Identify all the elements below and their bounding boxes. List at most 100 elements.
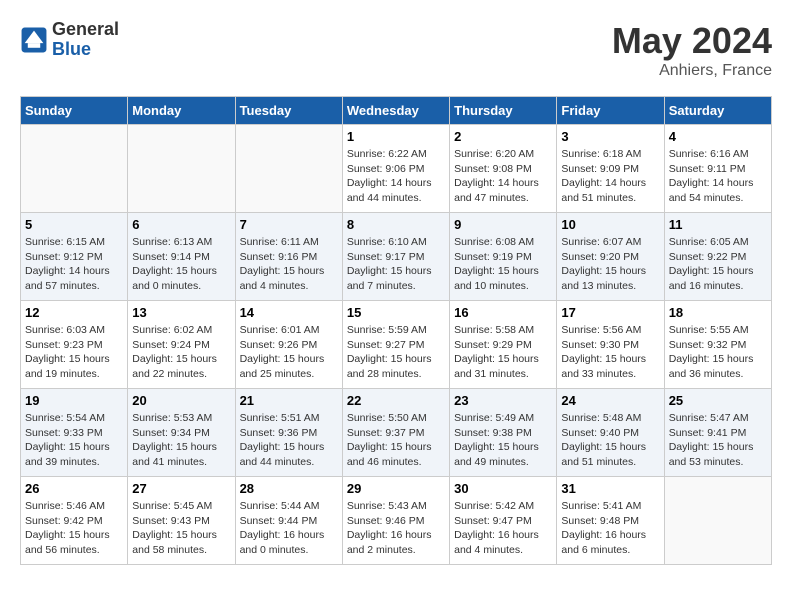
weekday-header-row: SundayMondayTuesdayWednesdayThursdayFrid… (21, 97, 772, 125)
day-number: 3 (561, 129, 659, 144)
sunset: Sunset: 9:36 PM (240, 426, 338, 441)
day-info: Sunrise: 5:55 AMSunset: 9:32 PMDaylight:… (669, 323, 767, 382)
sunrise: Sunrise: 5:46 AM (25, 499, 123, 514)
sunrise: Sunrise: 6:05 AM (669, 235, 767, 250)
day-number: 1 (347, 129, 445, 144)
sunrise: Sunrise: 5:59 AM (347, 323, 445, 338)
week-row-3: 12Sunrise: 6:03 AMSunset: 9:23 PMDayligh… (21, 301, 772, 389)
day-cell-29: 29 Sunrise: 5:43 AMSunset: 9:46 PMDayligh… (342, 477, 449, 565)
sunrise: Sunrise: 6:03 AM (25, 323, 123, 338)
sunrise: Sunrise: 5:53 AM (132, 411, 230, 426)
day-info: Sunrise: 5:41 AMSunset: 9:48 PMDaylight:… (561, 499, 659, 558)
day-number: 7 (240, 217, 338, 232)
day-number: 15 (347, 305, 445, 320)
day-info: Sunrise: 5:50 AMSunset: 9:37 PMDaylight:… (347, 411, 445, 470)
daylight: Daylight: 15 hours and 25 minutes. (240, 352, 338, 381)
daylight: Daylight: 15 hours and 53 minutes. (669, 440, 767, 469)
sunrise: Sunrise: 5:51 AM (240, 411, 338, 426)
sunrise: Sunrise: 5:56 AM (561, 323, 659, 338)
sunrise: Sunrise: 6:08 AM (454, 235, 552, 250)
day-info: Sunrise: 6:11 AMSunset: 9:16 PMDaylight:… (240, 235, 338, 294)
sunrise: Sunrise: 6:18 AM (561, 147, 659, 162)
day-info: Sunrise: 6:08 AMSunset: 9:19 PMDaylight:… (454, 235, 552, 294)
daylight: Daylight: 15 hours and 58 minutes. (132, 528, 230, 557)
day-number: 29 (347, 481, 445, 496)
daylight: Daylight: 15 hours and 13 minutes. (561, 264, 659, 293)
sunrise: Sunrise: 5:42 AM (454, 499, 552, 514)
day-number: 12 (25, 305, 123, 320)
day-info: Sunrise: 5:44 AMSunset: 9:44 PMDaylight:… (240, 499, 338, 558)
sunset: Sunset: 9:24 PM (132, 338, 230, 353)
day-cell-26: 26Sunrise: 5:46 AMSunset: 9:42 PMDayligh… (21, 477, 128, 565)
daylight: Daylight: 15 hours and 46 minutes. (347, 440, 445, 469)
sunset: Sunset: 9:09 PM (561, 162, 659, 177)
weekday-header-thursday: Thursday (450, 97, 557, 125)
day-info: Sunrise: 6:10 AMSunset: 9:17 PMDaylight:… (347, 235, 445, 294)
day-number: 13 (132, 305, 230, 320)
sunset: Sunset: 9:46 PM (347, 514, 445, 529)
day-cell-25: 25Sunrise: 5:47 AMSunset: 9:41 PMDayligh… (664, 389, 771, 477)
sunset: Sunset: 9:11 PM (669, 162, 767, 177)
day-number: 19 (25, 393, 123, 408)
sunrise: Sunrise: 5:50 AM (347, 411, 445, 426)
day-info: Sunrise: 6:01 AMSunset: 9:26 PMDaylight:… (240, 323, 338, 382)
day-cell-23: 23Sunrise: 5:49 AMSunset: 9:38 PMDayligh… (450, 389, 557, 477)
day-cell-2: 2Sunrise: 6:20 AMSunset: 9:08 PMDaylight… (450, 125, 557, 213)
day-info: Sunrise: 5:48 AMSunset: 9:40 PMDaylight:… (561, 411, 659, 470)
day-cell-14: 14 Sunrise: 6:01 AMSunset: 9:26 PMDayligh… (235, 301, 342, 389)
daylight: Daylight: 15 hours and 22 minutes. (132, 352, 230, 381)
daylight: Daylight: 14 hours and 54 minutes. (669, 176, 767, 205)
day-number: 4 (669, 129, 767, 144)
day-cell-21: 21Sunrise: 5:51 AMSunset: 9:36 PMDayligh… (235, 389, 342, 477)
empty-cell (235, 125, 342, 213)
day-number: 9 (454, 217, 552, 232)
sunrise: Sunrise: 5:54 AM (25, 411, 123, 426)
day-cell-8: 8Sunrise: 6:10 AMSunset: 9:17 PMDaylight… (342, 213, 449, 301)
daylight: Daylight: 15 hours and 10 minutes. (454, 264, 552, 293)
daylight: Daylight: 15 hours and 44 minutes. (240, 440, 338, 469)
day-number: 14 (240, 305, 338, 320)
day-number: 30 (454, 481, 552, 496)
day-cell-24: 24Sunrise: 5:48 AMSunset: 9:40 PMDayligh… (557, 389, 664, 477)
daylight: Daylight: 14 hours and 44 minutes. (347, 176, 445, 205)
sunset: Sunset: 9:42 PM (25, 514, 123, 529)
daylight: Daylight: 14 hours and 47 minutes. (454, 176, 552, 205)
sunset: Sunset: 9:33 PM (25, 426, 123, 441)
sunrise: Sunrise: 6:01 AM (240, 323, 338, 338)
daylight: Daylight: 16 hours and 6 minutes. (561, 528, 659, 557)
daylight: Daylight: 15 hours and 16 minutes. (669, 264, 767, 293)
sunrise: Sunrise: 6:02 AM (132, 323, 230, 338)
day-info: Sunrise: 5:43 AMSunset: 9:46 PMDaylight:… (347, 499, 445, 558)
day-number: 22 (347, 393, 445, 408)
day-cell-16: 16Sunrise: 5:58 AMSunset: 9:29 PMDayligh… (450, 301, 557, 389)
sunset: Sunset: 9:37 PM (347, 426, 445, 441)
day-number: 5 (25, 217, 123, 232)
day-info: Sunrise: 5:45 AMSunset: 9:43 PMDaylight:… (132, 499, 230, 558)
day-info: Sunrise: 5:59 AMSunset: 9:27 PMDaylight:… (347, 323, 445, 382)
sunrise: Sunrise: 5:49 AM (454, 411, 552, 426)
day-number: 27 (132, 481, 230, 496)
daylight: Daylight: 15 hours and 28 minutes. (347, 352, 445, 381)
sunset: Sunset: 9:14 PM (132, 250, 230, 265)
sunrise: Sunrise: 6:16 AM (669, 147, 767, 162)
day-info: Sunrise: 5:58 AMSunset: 9:29 PMDaylight:… (454, 323, 552, 382)
day-info: Sunrise: 6:18 AMSunset: 9:09 PMDaylight:… (561, 147, 659, 206)
logo: General Blue (20, 20, 119, 60)
day-cell-6: 6Sunrise: 6:13 AMSunset: 9:14 PMDaylight… (128, 213, 235, 301)
sunset: Sunset: 9:22 PM (669, 250, 767, 265)
day-number: 17 (561, 305, 659, 320)
month-title: May 2024 (612, 20, 772, 62)
sunset: Sunset: 9:34 PM (132, 426, 230, 441)
calendar-table: SundayMondayTuesdayWednesdayThursdayFrid… (20, 96, 772, 565)
sunset: Sunset: 9:32 PM (669, 338, 767, 353)
day-cell-10: 10Sunrise: 6:07 AMSunset: 9:20 PMDayligh… (557, 213, 664, 301)
daylight: Daylight: 14 hours and 51 minutes. (561, 176, 659, 205)
location-title: Anhiers, France (612, 62, 772, 80)
daylight: Daylight: 15 hours and 7 minutes. (347, 264, 445, 293)
day-info: Sunrise: 6:20 AMSunset: 9:08 PMDaylight:… (454, 147, 552, 206)
day-cell-20: 20Sunrise: 5:53 AMSunset: 9:34 PMDayligh… (128, 389, 235, 477)
sunset: Sunset: 9:16 PM (240, 250, 338, 265)
logo-icon (20, 26, 48, 54)
day-info: Sunrise: 6:22 AMSunset: 9:06 PMDaylight:… (347, 147, 445, 206)
weekday-header-saturday: Saturday (664, 97, 771, 125)
